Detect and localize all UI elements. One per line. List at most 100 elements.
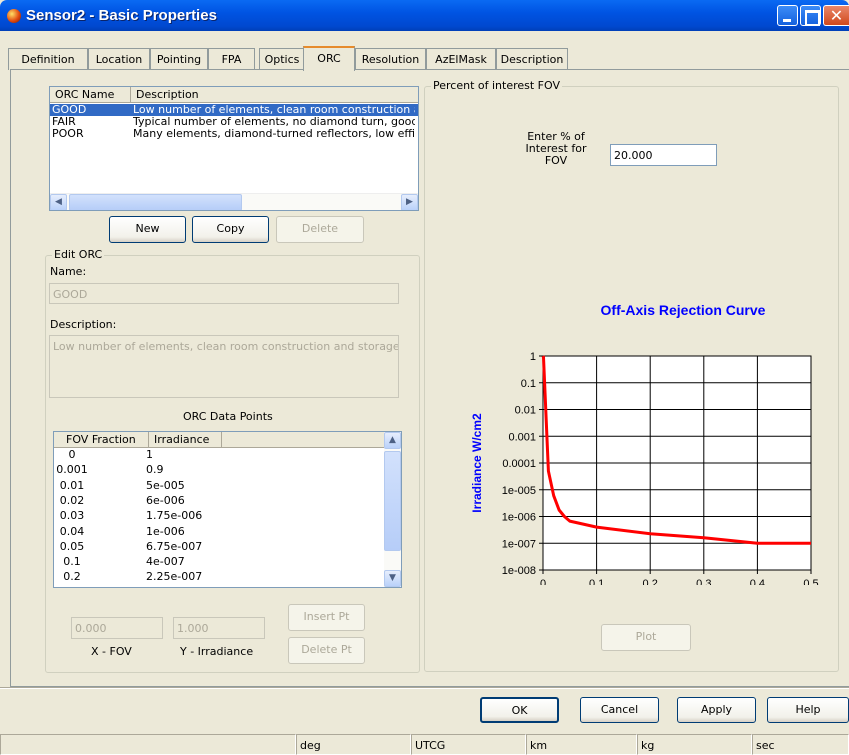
tab-definition[interactable]: Definition <box>8 48 88 70</box>
plot-button[interactable]: Plot <box>601 624 691 651</box>
tab-pointing[interactable]: Pointing <box>150 48 208 70</box>
data-point-row[interactable]: 0.05 6.75e-007 <box>54 539 401 556</box>
data-point-row[interactable]: 0.02 6e-006 <box>54 493 401 510</box>
orc-list-hscrollbar[interactable]: ◀ ▶ <box>50 193 418 210</box>
orc-name-field[interactable]: GOOD <box>49 283 399 304</box>
new-orc-button[interactable]: New <box>109 216 186 243</box>
data-point-row[interactable]: 0.1 4e-007 <box>54 556 401 571</box>
y-tick-label: 0.01 <box>515 405 536 417</box>
orc-description-cell: Low number of elements, clean room const… <box>133 104 415 116</box>
orc-description-cell: Many elements, diamond-turned reflectors… <box>133 128 415 140</box>
tab-azelmask[interactable]: AzElMask <box>426 48 496 70</box>
fov-prompt-label: Enter % of Interest for FOV <box>525 130 587 167</box>
tab-optics[interactable]: Optics <box>259 48 305 70</box>
fov-group-label: Percent of interest FOV <box>431 79 562 92</box>
x-tick-label: 0 <box>540 578 546 585</box>
x-fov-label: X - FOV <box>91 645 132 658</box>
scroll-up-icon[interactable]: ▲ <box>384 432 401 449</box>
y-tick-label: 0.001 <box>508 431 536 443</box>
delete-point-button[interactable]: Delete Pt <box>288 637 365 664</box>
tab-resolution[interactable]: Resolution <box>355 48 426 70</box>
close-button[interactable]: ✕ <box>823 5 849 26</box>
data-point-row[interactable]: 0.01 5e-005 <box>54 478 401 495</box>
x-tick-label: 0.5 <box>803 578 818 585</box>
minimize-button[interactable] <box>777 5 798 26</box>
y-axis-label: Irradiance W/cm2 <box>470 413 484 513</box>
irradiance-cell: 6.75e-007 <box>146 539 203 553</box>
fov-fraction-cell: 0.04 <box>59 524 85 538</box>
status-field-distance-unit: km <box>526 734 637 755</box>
data-point-row[interactable]: 0.03 1.75e-006 <box>54 510 401 525</box>
close-icon: ✕ <box>829 6 844 25</box>
column-header-orc-name[interactable]: ORC Name <box>50 87 131 103</box>
tab-location[interactable]: Location <box>88 48 150 70</box>
x-tick-label: 0.4 <box>750 578 765 585</box>
fov-percent-input[interactable]: 20.000 <box>610 144 717 166</box>
status-field-duration-unit: sec <box>752 734 849 755</box>
y-tick-label: 1e-007 <box>502 538 536 550</box>
y-tick-label: 0.1 <box>521 378 536 390</box>
y-tick-label: 1e-008 <box>502 565 536 577</box>
data-point-row[interactable]: 01 <box>54 449 401 464</box>
status-field-angle-unit: deg <box>296 734 411 755</box>
y-tick-label: 1e-005 <box>502 485 536 497</box>
irradiance-cell: 1e-006 <box>146 524 185 538</box>
cancel-button[interactable]: Cancel <box>580 697 659 723</box>
tab-orc[interactable]: ORC <box>303 46 355 71</box>
maximize-button[interactable] <box>800 5 821 26</box>
data-point-row[interactable]: 0.001 0.9 <box>54 464 401 479</box>
orc-list-row-poor[interactable]: POOR Many elements, diamond-turned refle… <box>50 128 418 140</box>
dialog-divider <box>0 687 849 689</box>
column-header-fov-fraction[interactable]: FOV Fraction <box>54 432 149 448</box>
orc-list[interactable]: ORC Name Description GOOD Low number of … <box>49 86 419 211</box>
y-tick-label: 1 <box>530 351 536 363</box>
status-field-mass-unit: kg <box>637 734 752 755</box>
tab-description[interactable]: Description <box>496 48 568 70</box>
scroll-down-icon[interactable]: ▼ <box>384 570 401 587</box>
fov-fraction-cell: 0.02 <box>59 493 85 507</box>
apply-button[interactable]: Apply <box>677 697 756 723</box>
irradiance-cell: 1 <box>146 448 153 461</box>
column-header-irradiance[interactable]: Irradiance <box>149 432 222 448</box>
orc-data-points-list[interactable]: FOV Fraction Irradiance 0 1 0.001 0.9 0.01 5e… <box>53 431 402 588</box>
status-bar: deg UTCG km kg sec <box>0 734 849 755</box>
status-field-empty <box>0 734 296 755</box>
data-points-vscrollbar[interactable]: ▲ ▼ <box>384 432 401 587</box>
ok-button[interactable]: OK <box>480 697 559 723</box>
irradiance-cell: 1.75e-006 <box>146 509 203 523</box>
fov-fraction-cell: 0.1 <box>63 555 81 569</box>
orc-list-row-good[interactable]: GOOD Low number of elements, clean room … <box>50 104 418 116</box>
irradiance-cell: 5e-005 <box>146 478 185 492</box>
irradiance-cell: 0.9 <box>146 463 164 477</box>
copy-orc-button[interactable]: Copy <box>192 216 269 243</box>
status-field-time-unit: UTCG <box>411 734 526 755</box>
x-tick-label: 0.2 <box>643 578 658 585</box>
data-point-row[interactable]: 0.2 2.25e-007 <box>54 571 401 586</box>
window-title: Sensor2 - Basic Properties <box>26 7 217 24</box>
orc-list-row-fair[interactable]: FAIR Typical number of elements, no diam… <box>50 116 418 128</box>
orc-description-label: Description: <box>50 318 117 331</box>
tab-fpa[interactable]: FPA <box>208 48 255 70</box>
scroll-thumb[interactable] <box>384 451 401 551</box>
column-header-description[interactable]: Description <box>131 87 418 103</box>
scroll-left-icon[interactable]: ◀ <box>50 194 67 210</box>
help-button[interactable]: Help <box>767 697 849 723</box>
fov-fraction-cell: 0.001 <box>56 463 88 477</box>
orc-name-label: Name: <box>50 265 87 278</box>
data-point-row[interactable]: 0.04 1e-006 <box>54 524 401 541</box>
scroll-thumb[interactable] <box>69 194 242 210</box>
sensor-properties-window: Sensor2 - Basic Properties ✕ Definition … <box>0 0 849 755</box>
orc-description-field[interactable]: Low number of elements, clean room const… <box>49 335 399 398</box>
scroll-right-icon[interactable]: ▶ <box>401 194 418 210</box>
irradiance-cell: 2.25e-007 <box>146 570 203 584</box>
insert-point-button[interactable]: Insert Pt <box>288 604 365 631</box>
title-bar[interactable]: Sensor2 - Basic Properties ✕ <box>0 0 849 31</box>
x-fov-field[interactable]: 0.000 <box>71 617 163 639</box>
y-irradiance-field[interactable]: 1.000 <box>173 617 265 639</box>
fov-fraction-cell: 0.05 <box>59 539 85 553</box>
x-tick-label: 0.1 <box>589 578 604 585</box>
fov-fraction-cell: 0.03 <box>59 509 85 523</box>
data-points-header: FOV Fraction Irradiance <box>54 432 401 448</box>
orc-name-cell: POOR <box>52 127 84 140</box>
delete-orc-button[interactable]: Delete <box>276 216 364 243</box>
